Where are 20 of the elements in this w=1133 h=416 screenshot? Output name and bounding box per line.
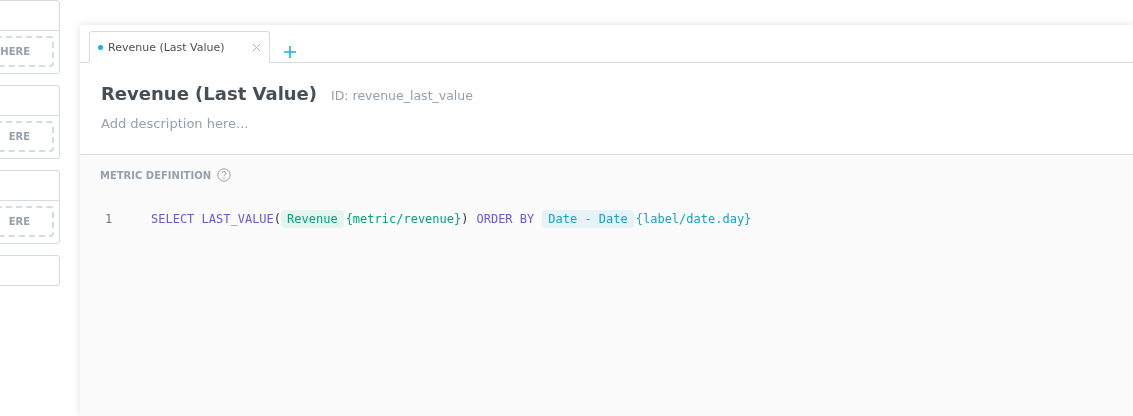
label-reference: {label/date.day} xyxy=(635,211,752,228)
code-keyword: SELECT LAST_VALUE xyxy=(151,211,274,228)
metric-id: ID: revenue_last_value xyxy=(331,88,473,103)
metric-reference: {metric/revenue} xyxy=(345,211,462,228)
tab-label: Revenue (Last Value) xyxy=(108,40,226,54)
drop-zone[interactable]: HERE xyxy=(0,36,54,67)
close-icon[interactable] xyxy=(252,42,261,52)
section-label: METRIC DEFINITION xyxy=(100,169,212,181)
drop-zone[interactable]: ERE xyxy=(0,121,54,152)
help-icon[interactable] xyxy=(217,168,232,182)
tab[interactable]: Revenue (Last Value) xyxy=(89,31,270,63)
metric-title: Revenue (Last Value) xyxy=(101,83,318,104)
code-keyword: ORDER BY xyxy=(476,211,535,228)
add-tab-button[interactable] xyxy=(284,46,296,58)
line-number: 1 xyxy=(104,212,114,226)
code-punctuation: ( xyxy=(273,211,282,228)
drop-zone[interactable]: ERE xyxy=(0,206,54,237)
code-punctuation: ) xyxy=(461,211,469,228)
label-chip: Date - Date xyxy=(542,210,634,228)
metric-chip: Revenue xyxy=(281,210,344,228)
